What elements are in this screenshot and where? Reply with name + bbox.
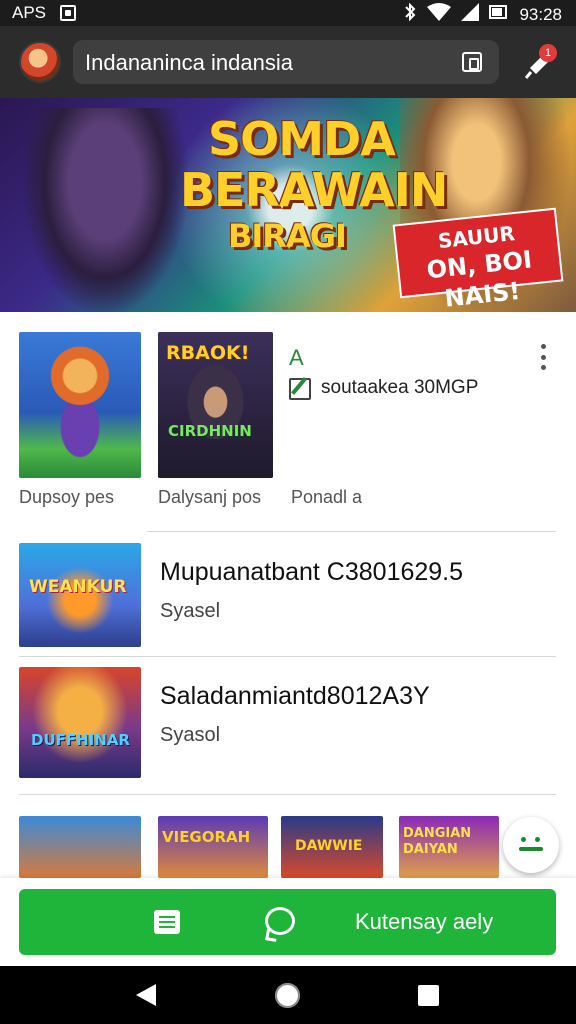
primary-action-label: Kutensay aely <box>355 909 494 934</box>
search-action-icon[interactable] <box>462 52 482 72</box>
strip-tile-4-art: DANGIAN DAIYAN <box>399 816 499 878</box>
strip-tile-3-art: DAWWIE <box>281 816 383 878</box>
strip-tile-2[interactable]: VIEGORAH <box>158 816 268 878</box>
app-label-icon: A <box>289 345 304 370</box>
app-notification-icon <box>60 5 77 21</box>
signal-icon <box>461 3 480 26</box>
strip-tile-1[interactable] <box>19 816 141 878</box>
game-thumbnail-1[interactable] <box>19 332 141 478</box>
thumb2-title-bottom: CIRDHNIN <box>168 422 252 440</box>
row1-art-title: WEANKUR <box>29 577 127 597</box>
top-bar: Indananinca indansia 1 <box>0 26 576 98</box>
strip-tile-3[interactable]: DAWWIE <box>281 816 383 878</box>
battery-icon <box>489 3 509 26</box>
grid-caption-2: Dalysanj pos <box>158 487 262 507</box>
system-nav-bar <box>0 966 576 1024</box>
game-thumbnail-2[interactable]: RBAOK! CIRDHNIN <box>158 332 273 478</box>
hero-promo-tag: SAUUR ON, BOI NAIS! <box>392 207 564 312</box>
hero-title-line1: SOMDA <box>208 112 396 166</box>
recent-apps-icon[interactable] <box>418 985 439 1006</box>
strip-tile-2-title: VIEGORAH <box>162 828 251 846</box>
edit-icon[interactable] <box>289 378 311 400</box>
hero-title-line2: BERAWAIN <box>180 163 448 217</box>
status-app-label: APS <box>12 3 47 22</box>
status-bar: APS 93:28 <box>0 0 576 26</box>
game-art-wanderer: WEANKUR <box>19 543 141 647</box>
thumb2-title-top: RBAOK! <box>166 342 250 364</box>
search-input[interactable]: Indananinca indansia <box>73 40 499 84</box>
chat-icon[interactable] <box>265 907 295 935</box>
game-art-hooded-fighter: RBAOK! CIRDHNIN <box>158 332 273 478</box>
list-row-2-title[interactable]: Saladanmiantd8012A3Y <box>160 682 430 711</box>
strip-tile-4-title: DANGIAN DAIYAN <box>403 826 472 857</box>
list-icon[interactable] <box>154 910 180 934</box>
primary-action-button[interactable]: Kutensay aely <box>19 889 556 955</box>
hero-banner[interactable]: SOMDA BERAWAIN BIRAGI SAUUR ON, BOI NAIS… <box>0 98 576 312</box>
list-row-1-thumbnail[interactable]: WEANKUR <box>19 543 141 647</box>
strip-tile-3-title: DAWWIE <box>295 838 363 854</box>
strip-tile-4[interactable]: DANGIAN DAIYAN <box>399 816 499 878</box>
search-input-text: Indananinca indansia <box>85 50 293 75</box>
back-icon[interactable] <box>136 984 156 1006</box>
row2-art-title: DUFFHINAR <box>31 731 130 749</box>
home-icon[interactable] <box>275 983 300 1008</box>
game-art-hero-girl <box>19 332 141 478</box>
grid-caption-1: Dupsoy pes <box>19 487 115 507</box>
wifi-icon <box>427 3 452 26</box>
list-row-1-title[interactable]: Mupuanatbant C3801629.5 <box>160 558 463 587</box>
strip-tile-2-art: VIEGORAH <box>158 816 268 878</box>
more-options-icon[interactable] <box>538 344 548 370</box>
featured-side-text: soutaakea 30MGP <box>321 377 479 398</box>
status-time: 93:28 <box>519 4 562 24</box>
bluetooth-icon <box>403 2 417 26</box>
list-row-2-subtitle: Syasol <box>160 724 221 746</box>
notification-badge[interactable]: 1 <box>539 44 557 62</box>
game-art-defenders: DUFFHINAR <box>19 667 141 778</box>
divider <box>147 531 556 532</box>
avatar[interactable] <box>19 41 61 83</box>
divider <box>19 656 556 657</box>
grid-caption-3: Ponadl a <box>291 487 363 507</box>
divider <box>19 794 556 795</box>
hero-character-left <box>20 108 190 312</box>
bottom-action-panel: Kutensay aely <box>0 878 576 966</box>
assistant-fab-button[interactable] <box>503 817 559 873</box>
list-row-2-thumbnail[interactable]: DUFFHINAR <box>19 667 141 778</box>
list-row-1-subtitle: Syasel <box>160 600 221 622</box>
strip-tile-1-art <box>19 816 141 878</box>
